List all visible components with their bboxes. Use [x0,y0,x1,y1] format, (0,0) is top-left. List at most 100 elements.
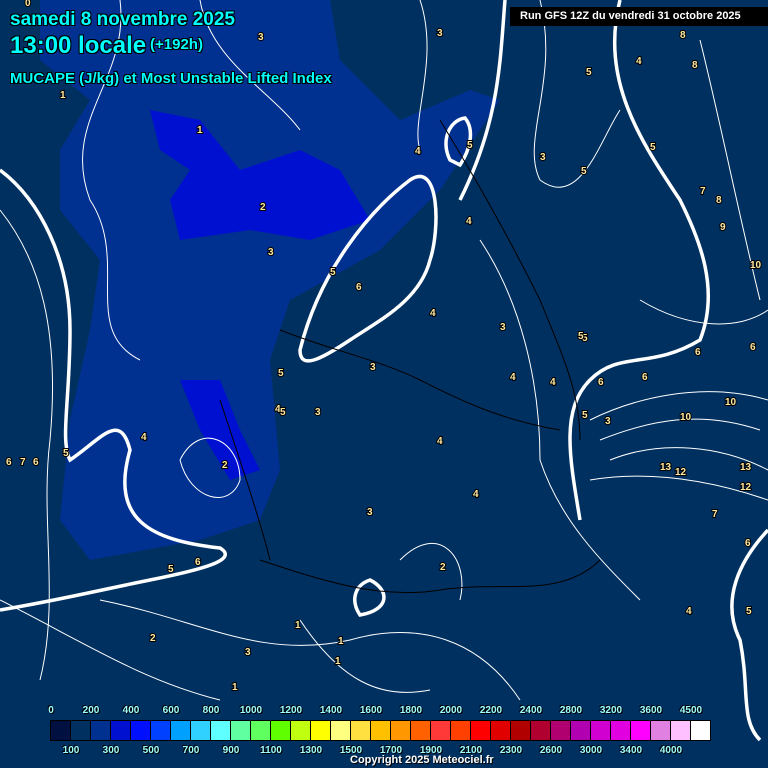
legend-swatch [651,721,671,740]
contour-label: 5 [650,142,656,153]
legend-label: 1000 [239,705,263,716]
legend-label: 1800 [399,705,423,716]
legend-swatch [331,721,351,740]
legend-label: 400 [122,705,140,716]
contour-label: 6 [642,372,648,383]
contour-label: 3 [315,407,321,418]
contour-label: 5 [168,564,174,575]
legend-swatch [451,721,471,740]
contour-label: 3 [605,416,611,427]
forecast-date: samedi 8 novembre 2025 [10,9,235,30]
legend-label: 300 [102,745,120,756]
model-run-label: Run GFS 12Z du vendredi 31 octobre 2025 [510,7,768,26]
legend-swatch [151,721,171,740]
legend-swatch [571,721,591,740]
legend-label: 2800 [559,705,583,716]
contour-label: 2 [440,562,446,573]
contour-label: 5 [582,410,588,421]
legend-label: 3000 [579,745,603,756]
legend-swatch [391,721,411,740]
contour-label: 0 [25,0,31,9]
contour-label: 3 [437,28,443,39]
contour-label: 6 [598,377,604,388]
legend-swatch [491,721,511,740]
legend-swatch [631,721,651,740]
contour-label: 12 [740,482,752,493]
contour-label: 8 [716,195,722,206]
contour-label: 1 [60,90,66,101]
legend-label: 600 [162,705,180,716]
contour-label: 3 [370,362,376,373]
legend-label: 1100 [260,745,282,756]
contour-label: 2 [222,460,228,471]
legend-label: 500 [142,745,160,756]
legend-label: 100 [62,745,80,756]
legend-label: 4000 [659,745,683,756]
copyright: Copyright 2025 Meteociel.fr [350,754,494,766]
legend-swatch [671,721,691,740]
legend-swatch [171,721,191,740]
contour-label: 4 [430,308,436,319]
contour-label: 6 [6,457,12,468]
contour-label: 13 [660,462,672,473]
contour-label: 4 [636,56,642,67]
contour-label: 5 [746,606,752,617]
contour-label: 9 [720,222,726,233]
contour-label: 5 [467,140,473,151]
legend-swatch [351,721,371,740]
legend-label: 2000 [439,705,463,716]
legend-swatch [531,721,551,740]
legend-swatch [411,721,431,740]
contour-label: 4 [437,436,443,447]
legend-swatch [131,721,151,740]
contour-label: 6 [695,347,701,358]
contour-label: 1 [197,125,203,136]
contour-label: 6 [750,342,756,353]
contour-label: 5 [330,267,336,278]
legend-swatch [471,721,491,740]
contour-label: 2 [150,633,156,644]
contour-label: 1 [295,620,301,631]
legend-label: 0 [48,705,54,716]
contour-label: 1 [232,682,238,693]
legend-swatch [271,721,291,740]
legend-swatch [511,721,531,740]
contour-label: 4 [466,216,472,227]
legend-label: 1600 [359,705,383,716]
legend-label: 1200 [279,705,303,716]
color-legend [50,720,711,741]
legend-swatch [591,721,611,740]
legend-swatch [311,721,331,740]
legend-swatch [371,721,391,740]
contour-label: 8 [680,30,686,41]
contour-label: 6 [745,538,751,549]
contour-label: 2 [260,202,266,213]
weather-map: 0011233455654 34355334245647 6563426511131… [0,0,768,768]
contour-label: 1 [338,636,344,647]
contour-label: 3 [268,247,274,258]
legend-swatch [691,721,710,740]
legend-label: 2300 [499,745,523,756]
legend-swatch [251,721,271,740]
legend-label: 2400 [519,705,543,716]
legend-label: 800 [202,705,220,716]
contour-label: 4 [415,146,421,157]
contour-label: 4 [141,432,147,443]
legend-label: 4500 [679,705,703,716]
legend-swatch [231,721,251,740]
contour-label: 3 [258,32,264,43]
contour-label: 3 [500,322,506,333]
parameter-title: MUCAPE (J/kg) et Most Unstable Lifted In… [10,70,332,87]
contour-label: 6 [33,457,39,468]
legend-label: 2200 [479,705,503,716]
contour-label: 5 [586,67,592,78]
contour-label: 5 [280,407,286,418]
legend-swatch [211,721,231,740]
contour-label: 7 [700,186,706,197]
legend-label: 3600 [639,705,663,716]
legend-swatch [291,721,311,740]
forecast-lead-time: (+192h) [150,36,203,53]
legend-label: 700 [182,745,200,756]
contour-label: 8 [692,60,698,71]
contour-label: 12 [675,467,687,478]
